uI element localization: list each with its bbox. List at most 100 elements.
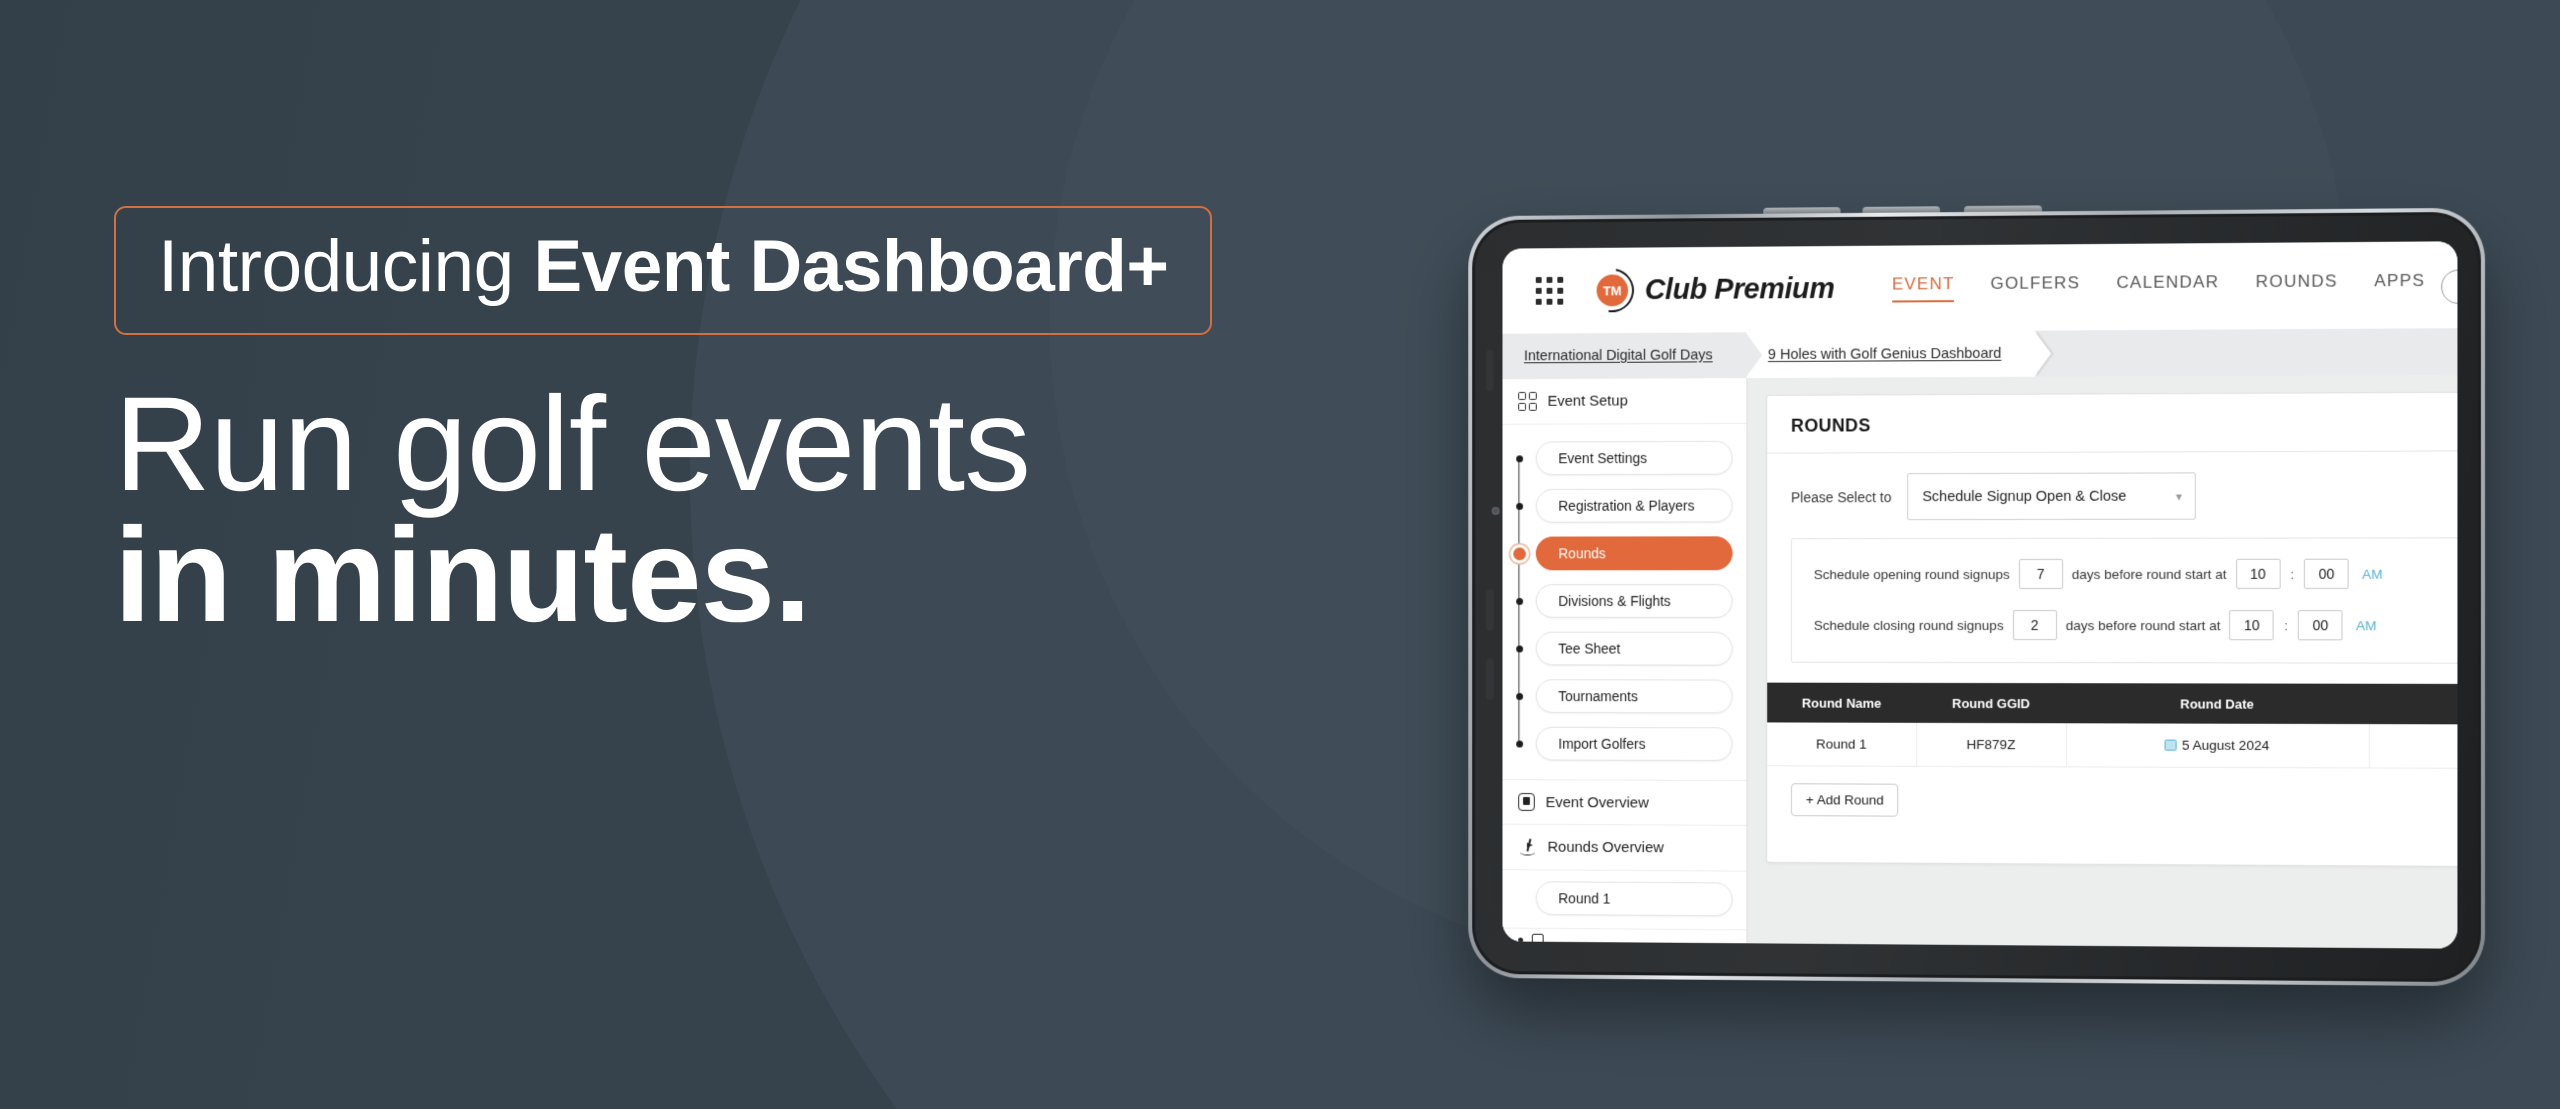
step-marker: [1502, 645, 1535, 652]
intro-product-name: Event Dashboard+: [533, 226, 1168, 307]
breadcrumb: International Digital Golf Days 9 Holes …: [1502, 328, 2457, 379]
nav-item-rounds[interactable]: ROUNDS: [2256, 271, 2338, 300]
time-separator: :: [2283, 618, 2289, 633]
nav-item-calendar[interactable]: CALENDAR: [2116, 272, 2219, 301]
select-label: Please Select to: [1791, 489, 1891, 505]
user-avatar[interactable]: [2441, 269, 2457, 304]
rounds-table-body: Round 1 HF879Z 5 August 2024: [1767, 722, 2457, 768]
sidebar: Event Setup Event Settings Registration …: [1502, 378, 1747, 943]
rounds-table-header: Round Name Round GGID Round Date: [1767, 683, 2457, 725]
intro-badge: Introducing Event Dashboard+: [114, 206, 1212, 335]
sidebar-pill-registration-players[interactable]: Registration & Players: [1536, 489, 1733, 523]
cell-round-date[interactable]: 5 August 2024: [2066, 723, 2369, 767]
nav-item-golfers[interactable]: GOLFERS: [1990, 273, 2080, 302]
closing-minute-input[interactable]: 00: [2298, 610, 2343, 640]
nav-item-event[interactable]: EVENT: [1892, 274, 1954, 302]
sidebar-item-rounds[interactable]: Rounds: [1502, 529, 1746, 577]
opening-middle-label: days before round start at: [2072, 566, 2227, 581]
schedule-action-select[interactable]: Schedule Signup Open & Close ▾: [1907, 472, 2196, 520]
page-title: ROUNDS: [1767, 393, 2457, 454]
step-marker: [1502, 455, 1535, 462]
sidebar-pill-round-1[interactable]: Round 1: [1536, 881, 1733, 916]
sidebar-pill-event-settings[interactable]: Event Settings: [1536, 441, 1733, 475]
opening-days-input[interactable]: 7: [2019, 559, 2063, 589]
opening-hour-input[interactable]: 10: [2236, 559, 2280, 589]
cell-round-name[interactable]: Round 1: [1767, 722, 1916, 765]
sidebar-item-tournaments[interactable]: Tournaments: [1502, 672, 1746, 720]
sidebar-label-event-setup: Event Setup: [1548, 393, 1628, 410]
app-header: TM Club Premium EVENT GOLFERS CALENDAR R…: [1502, 241, 2457, 333]
opening-meridiem-toggle[interactable]: AM: [2362, 566, 2383, 581]
sidebar-item-event-setup[interactable]: Event Setup: [1502, 378, 1746, 425]
headline-line-1: Run golf events: [114, 377, 1294, 514]
sidebar-pill-divisions-flights[interactable]: Divisions & Flights: [1536, 584, 1733, 618]
main-content: ROUNDS Please Select to Schedule Signup …: [1747, 375, 2457, 949]
table-header-row: Round Name Round GGID Round Date: [1767, 683, 2457, 725]
document-icon: [1518, 793, 1535, 811]
cell-round-ggid: HF879Z: [1916, 723, 2066, 767]
calendar-icon: [2165, 739, 2177, 750]
closing-hour-input[interactable]: 10: [2230, 610, 2274, 640]
tablet-camera-icon: [1492, 507, 1500, 515]
step-marker: [1502, 597, 1535, 604]
cell-round-date-text: 5 August 2024: [2182, 737, 2269, 752]
sidebar-pill-import-golfers[interactable]: Import Golfers: [1536, 727, 1733, 761]
column-header-round-name: Round Name: [1767, 683, 1916, 723]
tablet-side-button-1: [1486, 350, 1494, 392]
cell-extra: [2369, 724, 2458, 768]
sidebar-item-registration-players[interactable]: Registration & Players: [1502, 482, 1746, 530]
chevron-down-icon: ▾: [2176, 489, 2182, 503]
column-header-extra: [2369, 684, 2458, 725]
sidebar-item-event-overview[interactable]: Event Overview: [1502, 780, 1746, 826]
closing-prefix-label: Schedule closing round signups: [1814, 617, 2004, 632]
add-round-button[interactable]: + Add Round: [1791, 783, 1899, 816]
step-marker-current: [1502, 547, 1535, 560]
tablet-device-mockup: TM Club Premium EVENT GOLFERS CALENDAR R…: [1468, 208, 2485, 987]
breadcrumb-item-event-series[interactable]: International Digital Golf Days: [1502, 332, 1746, 379]
sidebar-pill-tournaments[interactable]: Tournaments: [1536, 679, 1733, 713]
schedule-closing-row: Schedule closing round signups 2 days be…: [1814, 610, 2458, 641]
schedule-opening-row: Schedule opening round signups 7 days be…: [1814, 559, 2458, 589]
brand-name: Club Premium: [1645, 272, 1835, 306]
sidebar-item-partial[interactable]: [1502, 929, 1746, 944]
sidebar-item-divisions-flights[interactable]: Divisions & Flights: [1502, 577, 1746, 625]
closing-days-input[interactable]: 2: [2013, 610, 2057, 640]
rounds-card: ROUNDS Please Select to Schedule Signup …: [1766, 392, 2457, 868]
breadcrumb-item-current-event[interactable]: 9 Holes with Golf Genius Dashboard: [1746, 331, 2035, 378]
tablet-bezel: TM Club Premium EVENT GOLFERS CALENDAR R…: [1475, 215, 2478, 979]
rounds-table: Round Name Round GGID Round Date Round 1: [1767, 683, 2457, 769]
schedule-settings-box: Schedule opening round signups 7 days be…: [1791, 537, 2457, 663]
table-row[interactable]: Round 1 HF879Z 5 August 2024: [1767, 722, 2457, 768]
schedule-action-select-value: Schedule Signup Open & Close: [1922, 488, 2126, 504]
grid-squares-icon: [1518, 392, 1537, 411]
sidebar-step-list: Event Settings Registration & Players Ro…: [1502, 424, 1746, 781]
opening-minute-input[interactable]: 00: [2304, 559, 2349, 589]
sidebar-item-import-golfers[interactable]: Import Golfers: [1502, 720, 1746, 768]
sidebar-item-rounds-overview[interactable]: Rounds Overview: [1502, 825, 1746, 872]
column-header-round-ggid: Round GGID: [1916, 683, 2066, 723]
dot-icon: [1518, 937, 1523, 942]
tablet-screen: TM Club Premium EVENT GOLFERS CALENDAR R…: [1502, 241, 2457, 948]
app-body: Event Setup Event Settings Registration …: [1502, 375, 2457, 949]
closing-meridiem-toggle[interactable]: AM: [2356, 618, 2377, 633]
headline-line-2: in minutes.: [114, 508, 1294, 645]
hero-text-column: Introducing Event Dashboard+ Run golf ev…: [114, 206, 1294, 644]
trademark-icon: TM: [1591, 268, 1634, 312]
sidebar-pill-tee-sheet[interactable]: Tee Sheet: [1536, 632, 1733, 666]
hero-headline: Run golf events in minutes.: [114, 377, 1294, 644]
sidebar-pill-rounds[interactable]: Rounds: [1536, 536, 1733, 570]
golf-flag-icon: [1518, 838, 1537, 857]
step-marker: [1502, 693, 1535, 700]
sidebar-item-tee-sheet[interactable]: Tee Sheet: [1502, 625, 1746, 673]
nav-item-apps[interactable]: APPS: [2374, 271, 2425, 300]
sidebar-item-event-settings[interactable]: Event Settings: [1502, 434, 1746, 482]
tm-badge-text: TM: [1597, 274, 1628, 306]
app-grid-icon[interactable]: [1536, 277, 1563, 305]
tablet-side-button-2: [1486, 589, 1494, 631]
sidebar-label-event-overview: Event Overview: [1546, 794, 1649, 811]
sidebar-label-rounds-overview: Rounds Overview: [1548, 839, 1664, 857]
time-separator: :: [2289, 566, 2295, 581]
brand-logo[interactable]: TM Club Premium: [1591, 267, 1835, 312]
top-navigation: EVENT GOLFERS CALENDAR ROUNDS APPS: [1892, 271, 2425, 303]
tablet-side-button-3: [1486, 658, 1494, 700]
